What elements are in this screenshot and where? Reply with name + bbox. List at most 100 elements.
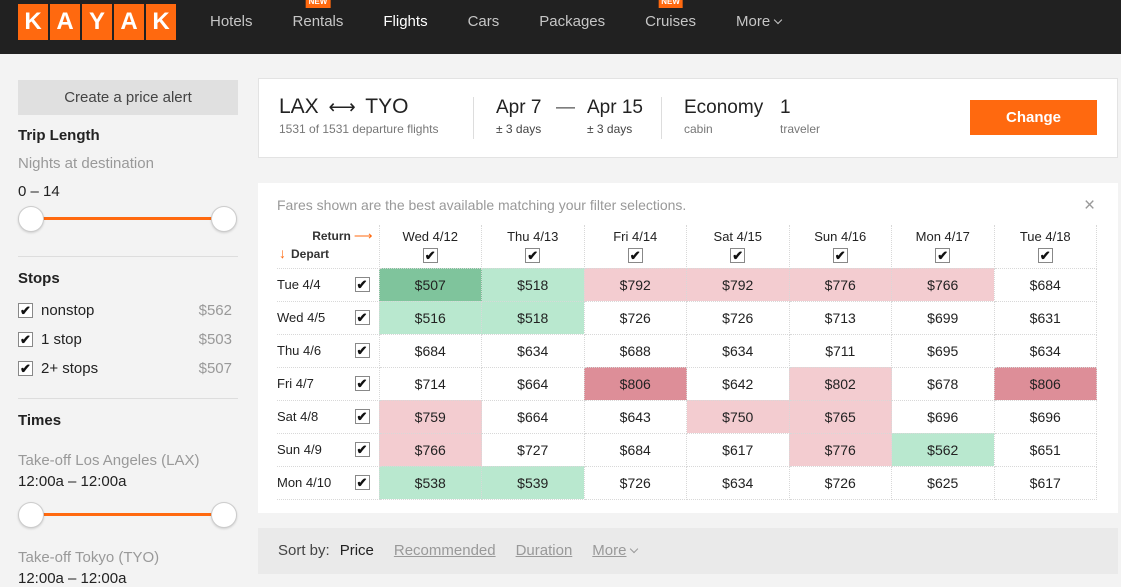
depart-date[interactable]: Apr 7 (496, 97, 541, 119)
price-cell[interactable]: $643 (583, 399, 687, 434)
price-cell[interactable]: $802 (788, 366, 892, 401)
return-date-column-3[interactable]: Sat 4/15 ✔ (686, 225, 790, 269)
price-cell[interactable]: $726 (686, 300, 790, 335)
takeoff-lax-min-handle[interactable] (18, 502, 44, 528)
price-cell[interactable]: $776 (788, 432, 892, 467)
column-checkbox[interactable]: ✔ (627, 248, 643, 264)
return-date-column-0[interactable]: Wed 4/12 ✔ (378, 225, 482, 269)
price-cell[interactable]: $695 (891, 333, 995, 368)
price-cell[interactable]: $634 (686, 465, 790, 500)
price-cell[interactable]: $696 (993, 399, 1097, 434)
price-cell[interactable]: $634 (686, 333, 790, 368)
nav-hotels[interactable]: Hotels (190, 0, 273, 54)
nights-slider-max-handle[interactable] (211, 206, 237, 232)
price-cell[interactable]: $562 (891, 432, 995, 467)
price-cell[interactable]: $625 (891, 465, 995, 500)
column-checkbox[interactable]: ✔ (935, 248, 951, 264)
checkbox[interactable]: ✔ (18, 361, 33, 376)
price-cell[interactable]: $518 (481, 267, 585, 302)
price-cell[interactable]: $631 (993, 300, 1097, 335)
price-cell[interactable]: $765 (788, 399, 892, 434)
price-cell[interactable]: $538 (378, 465, 482, 500)
price-cell[interactable]: $806 (993, 366, 1097, 401)
column-checkbox[interactable]: ✔ (730, 248, 746, 264)
price-cell[interactable]: $539 (481, 465, 585, 500)
price-cell[interactable]: $642 (686, 366, 790, 401)
sort-option-duration[interactable]: Duration (516, 542, 573, 559)
return-date-column-2[interactable]: Fri 4/14 ✔ (583, 225, 687, 269)
nav-cruises[interactable]: NEW Cruises (625, 0, 716, 54)
row-checkbox[interactable]: ✔ (354, 376, 370, 391)
price-cell[interactable]: $726 (583, 465, 687, 500)
price-cell[interactable]: $664 (481, 399, 585, 434)
price-cell[interactable]: $713 (788, 300, 892, 335)
create-price-alert-button[interactable]: Create a price alert (18, 80, 238, 115)
checkbox[interactable]: ✔ (18, 332, 33, 347)
depart-row-header[interactable]: Mon 4/10 ✔ (277, 465, 380, 500)
return-date-column-6[interactable]: Tue 4/18 ✔ (993, 225, 1097, 269)
depart-row-header[interactable]: Thu 4/6 ✔ (277, 333, 380, 368)
price-cell[interactable]: $750 (686, 399, 790, 434)
return-date-column-1[interactable]: Thu 4/13 ✔ (481, 225, 585, 269)
price-cell[interactable]: $664 (481, 366, 585, 401)
change-search-button[interactable]: Change (970, 100, 1097, 135)
price-cell[interactable]: $684 (993, 267, 1097, 302)
sort-option-more[interactable]: More (592, 542, 639, 559)
depart-row-header[interactable]: Sat 4/8 ✔ (277, 399, 380, 434)
stop-filter-2[interactable]: ✔ 2+ stops $507 (18, 354, 232, 383)
travelers-value[interactable]: 1 (780, 97, 791, 119)
price-cell[interactable]: $696 (891, 399, 995, 434)
price-cell[interactable]: $518 (481, 300, 585, 335)
price-cell[interactable]: $617 (686, 432, 790, 467)
cabin-value[interactable]: Economy (684, 97, 763, 119)
column-checkbox[interactable]: ✔ (1037, 248, 1053, 264)
price-cell[interactable]: $766 (891, 267, 995, 302)
sort-option-recommended[interactable]: Recommended (394, 542, 496, 559)
depart-row-header[interactable]: Sun 4/9 ✔ (277, 432, 380, 467)
nights-slider[interactable] (18, 205, 238, 232)
sort-option-price[interactable]: Price (340, 542, 374, 559)
price-cell[interactable]: $766 (378, 432, 482, 467)
price-cell[interactable]: $634 (993, 333, 1097, 368)
price-cell[interactable]: $727 (481, 432, 585, 467)
price-cell[interactable]: $651 (993, 432, 1097, 467)
checkbox[interactable]: ✔ (18, 303, 33, 318)
row-checkbox[interactable]: ✔ (354, 310, 370, 325)
price-cell[interactable]: $792 (686, 267, 790, 302)
price-cell[interactable]: $688 (583, 333, 687, 368)
price-cell[interactable]: $711 (788, 333, 892, 368)
return-date-column-5[interactable]: Mon 4/17 ✔ (891, 225, 995, 269)
price-cell[interactable]: $507 (378, 267, 482, 302)
price-cell[interactable]: $617 (993, 465, 1097, 500)
stop-filter-1[interactable]: ✔ 1 stop $503 (18, 325, 232, 354)
price-cell[interactable]: $684 (378, 333, 482, 368)
row-checkbox[interactable]: ✔ (354, 277, 370, 292)
return-date[interactable]: Apr 15 (587, 97, 643, 119)
price-cell[interactable]: $714 (378, 366, 482, 401)
stop-filter-0[interactable]: ✔ nonstop $562 (18, 296, 232, 325)
row-checkbox[interactable]: ✔ (354, 343, 370, 358)
column-checkbox[interactable]: ✔ (832, 248, 848, 264)
nav-packages[interactable]: Packages (519, 0, 625, 54)
price-cell[interactable]: $726 (788, 465, 892, 500)
price-cell[interactable]: $726 (583, 300, 687, 335)
price-cell[interactable]: $759 (378, 399, 482, 434)
kayak-logo[interactable]: KAYAK (18, 4, 176, 40)
row-checkbox[interactable]: ✔ (354, 409, 370, 424)
row-checkbox[interactable]: ✔ (354, 475, 370, 490)
nav-rentals[interactable]: NEW Rentals (273, 0, 364, 54)
row-checkbox[interactable]: ✔ (354, 442, 370, 457)
takeoff-lax-max-handle[interactable] (211, 502, 237, 528)
depart-row-header[interactable]: Wed 4/5 ✔ (277, 300, 380, 335)
takeoff-lax-slider[interactable] (18, 501, 238, 528)
column-checkbox[interactable]: ✔ (525, 248, 541, 264)
price-cell[interactable]: $516 (378, 300, 482, 335)
close-matrix-icon[interactable]: × (1084, 196, 1095, 215)
nights-slider-min-handle[interactable] (18, 206, 44, 232)
return-date-column-4[interactable]: Sun 4/16 ✔ (788, 225, 892, 269)
nav-cars[interactable]: Cars (448, 0, 520, 54)
route[interactable]: LAX ⟷ TYO (279, 95, 408, 119)
price-cell[interactable]: $699 (891, 300, 995, 335)
price-cell[interactable]: $684 (583, 432, 687, 467)
column-checkbox[interactable]: ✔ (422, 248, 438, 264)
